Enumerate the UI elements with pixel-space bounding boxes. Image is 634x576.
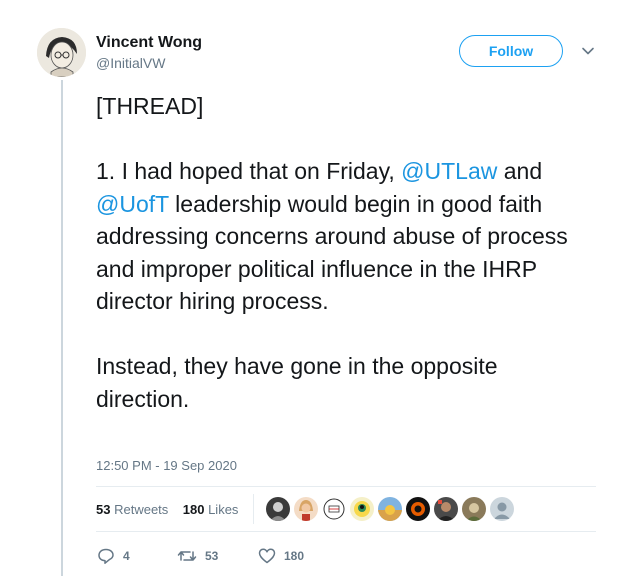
likes-count: 180 — [182, 502, 205, 517]
like-action[interactable]: 180 — [258, 547, 304, 565]
likers-avatars — [266, 497, 514, 521]
thread-marker: [THREAD] — [96, 93, 204, 119]
mention-utlaw[interactable]: @UTLaw — [401, 158, 497, 184]
tweet-timestamp[interactable]: 12:50 PM - 19 Sep 2020 — [96, 458, 237, 473]
reply-count: 4 — [123, 549, 130, 563]
tweet-text-part: 1. I had hoped that on Friday, — [96, 158, 402, 184]
divider — [96, 531, 596, 532]
liker-avatar[interactable] — [350, 497, 374, 521]
reply-icon — [97, 547, 115, 565]
retweet-count: 53 — [205, 549, 219, 563]
likes-label: Likes — [208, 502, 239, 517]
stats-separator — [253, 494, 254, 524]
retweet-action[interactable]: 53 — [177, 547, 218, 565]
liker-avatar[interactable] — [266, 497, 290, 521]
retweet-icon — [177, 547, 197, 565]
tweet-text-part: and — [497, 158, 543, 184]
caret-down-icon[interactable] — [581, 44, 595, 58]
author-display-name[interactable]: Vincent Wong — [96, 34, 202, 52]
liker-avatar[interactable] — [462, 497, 486, 521]
mention-uoft[interactable]: @UofT — [96, 191, 169, 217]
liker-avatar[interactable] — [378, 497, 402, 521]
heart-icon — [258, 547, 276, 565]
liker-avatar[interactable] — [406, 497, 430, 521]
follow-button[interactable]: Follow — [459, 35, 563, 67]
liker-avatar[interactable] — [294, 497, 318, 521]
likes-stat[interactable]: 180 Likes — [183, 502, 239, 517]
like-count: 180 — [284, 549, 305, 563]
liker-avatar[interactable] — [490, 497, 514, 521]
tweet-stats: 53 Retweets 180 Likes — [96, 502, 238, 517]
tweet-paragraph-2: Instead, they have gone in the opposite … — [96, 353, 498, 412]
reply-action[interactable]: 4 — [97, 547, 130, 565]
retweets-stat[interactable]: 53 Retweets — [96, 502, 168, 517]
liker-avatar[interactable] — [434, 497, 458, 521]
thread-line — [61, 80, 63, 576]
tweet-paragraph-1: 1. I had hoped that on Friday, @UTLaw an… — [96, 155, 596, 318]
retweets-count: 53 — [96, 502, 111, 517]
divider — [96, 486, 596, 487]
author-handle[interactable]: @InitialVW — [96, 55, 165, 71]
tweet-text: [THREAD] 1. I had hoped that on Friday, … — [96, 90, 596, 415]
author-avatar[interactable] — [37, 28, 86, 77]
retweets-label: Retweets — [114, 502, 169, 517]
liker-avatar[interactable] — [322, 497, 346, 521]
